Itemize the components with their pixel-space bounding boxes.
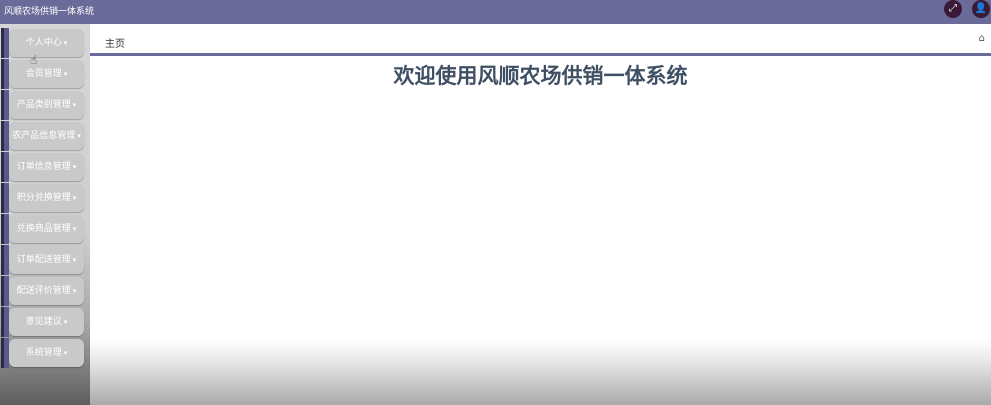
sidebar-item-personal-center[interactable]: 个人中心 ▾ — [0, 28, 86, 58]
sidebar-item-stripe — [1, 183, 9, 213]
sidebar-item-stripe — [1, 245, 9, 275]
sidebar-item-button[interactable]: 兑换商品管理 ▾ — [9, 215, 84, 243]
app-title: 风顺农场供销一体系统 — [4, 7, 95, 17]
sidebar-item-farm-product-info[interactable]: 农产品信息管理 ▾ — [0, 121, 86, 151]
sidebar-item-stripe — [1, 121, 9, 151]
home-icon[interactable]: ⌂ — [979, 33, 985, 44]
fullscreen-button[interactable]: ⤢ — [944, 0, 962, 18]
sidebar-item-button[interactable]: 订单信息管理 ▾ — [9, 153, 84, 181]
caret-down-icon: ▾ — [63, 39, 68, 47]
sidebar-item-points-exchange[interactable]: 积分兑换管理 ▾ — [0, 183, 86, 213]
sidebar-item-label: 产品类别管理 — [16, 100, 71, 110]
sidebar-item-delivery-review[interactable]: 配送评价管理 ▾ — [0, 276, 86, 306]
sidebar-item-order-info[interactable]: 订单信息管理 ▾ — [0, 152, 86, 182]
sidebar-item-suggestions[interactable]: 意见建议 ▾ — [0, 307, 86, 337]
user-icon: 👤 — [974, 3, 988, 14]
caret-down-icon: ▾ — [63, 70, 68, 78]
sidebar-item-button[interactable]: 系统管理 ▾ — [9, 339, 84, 367]
caret-down-icon: ▾ — [72, 225, 77, 233]
caret-down-icon: ▾ — [63, 318, 68, 326]
sidebar-item-stripe — [1, 59, 9, 89]
sidebar-item-stripe — [1, 90, 9, 120]
top-bar: 风顺农场供销一体系统 ⤢ 👤 — [0, 0, 991, 24]
sidebar-item-stripe — [1, 338, 9, 368]
sidebar-item-button[interactable]: 农产品信息管理 ▾ — [9, 122, 84, 150]
sidebar-item-label: 农产品信息管理 — [12, 131, 76, 141]
caret-down-icon: ▾ — [77, 132, 81, 140]
sidebar-item-stripe — [1, 28, 9, 58]
sidebar-item-button[interactable]: 配送评价管理 ▾ — [9, 277, 84, 305]
sidebar-item-product-category[interactable]: 产品类别管理 ▾ — [0, 90, 86, 120]
user-menu-button[interactable]: 👤 — [972, 0, 990, 18]
sidebar: 个人中心 ▾ 会员管理 ▾ 产品类别管理 ▾ 农产品信息管理 ▾ 订单信息管理 ▾ 积分兑… — [0, 24, 90, 405]
sidebar-item-stripe — [1, 214, 9, 244]
sidebar-item-label: 会员管理 — [25, 69, 62, 79]
sidebar-item-label: 订单配送管理 — [16, 255, 71, 265]
caret-down-icon: ▾ — [72, 194, 77, 202]
sidebar-item-system-management[interactable]: 系统管理 ▾ — [0, 338, 86, 368]
caret-down-icon: ▾ — [72, 101, 77, 109]
sidebar-item-button[interactable]: 产品类别管理 ▾ — [9, 91, 84, 119]
caret-down-icon: ▾ — [72, 163, 77, 171]
main-bottom-fade — [90, 340, 991, 405]
sidebar-item-stripe — [1, 152, 9, 182]
sidebar-item-label: 配送评价管理 — [16, 286, 71, 296]
sidebar-item-stripe — [1, 276, 9, 306]
sidebar-item-label: 积分兑换管理 — [16, 193, 71, 203]
mouse-cursor-icon: ☝ — [30, 53, 38, 67]
breadcrumb: 主页 ⌂ — [90, 24, 991, 56]
caret-down-icon: ▾ — [72, 256, 77, 264]
sidebar-item-button[interactable]: 订单配送管理 ▾ — [9, 246, 84, 274]
sidebar-item-button[interactable]: 会员管理 ▾ — [9, 60, 84, 88]
sidebar-item-label: 意见建议 — [25, 317, 62, 327]
sidebar-item-button[interactable]: 积分兑换管理 ▾ — [9, 184, 84, 212]
sidebar-item-order-delivery[interactable]: 订单配送管理 ▾ — [0, 245, 86, 275]
sidebar-item-label: 订单信息管理 — [16, 162, 71, 172]
sidebar-item-button[interactable]: 个人中心 ▾ — [9, 29, 84, 57]
breadcrumb-home-link[interactable]: 主页 — [105, 35, 125, 50]
caret-down-icon: ▾ — [72, 287, 77, 295]
sidebar-item-label: 系统管理 — [25, 348, 62, 358]
sidebar-item-label: 兑换商品管理 — [16, 224, 71, 234]
sidebar-item-button[interactable]: 意见建议 ▾ — [9, 308, 84, 336]
welcome-title: 欢迎使用风顺农场供销一体系统 — [393, 64, 688, 88]
sidebar-item-stripe — [1, 307, 9, 337]
sidebar-item-member-management[interactable]: 会员管理 ▾ — [0, 59, 86, 89]
expand-arrows-icon: ⤢ — [949, 3, 957, 14]
caret-down-icon: ▾ — [63, 349, 68, 357]
sidebar-item-label: 个人中心 — [25, 38, 62, 48]
sidebar-item-exchange-goods[interactable]: 兑换商品管理 ▾ — [0, 214, 86, 244]
